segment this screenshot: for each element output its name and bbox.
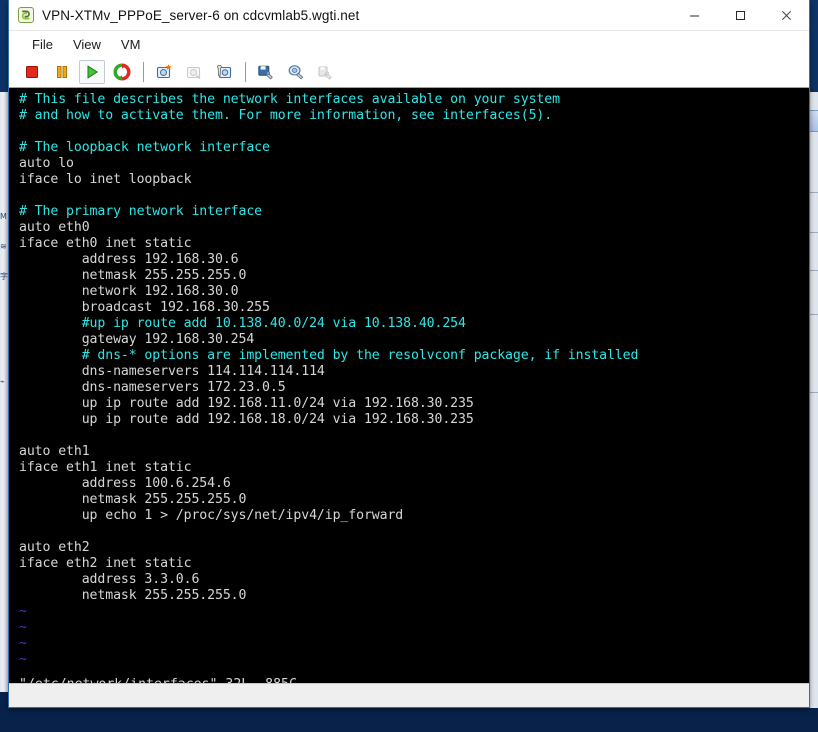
terminal-line: dns-nameservers 114.114.114.114	[19, 364, 325, 379]
snapshot-camera-star-icon	[155, 63, 173, 81]
terminal-line: iface eth0 inet static	[19, 236, 192, 251]
toolbar-separator	[143, 62, 144, 82]
terminal-line: address 192.168.30.6	[19, 252, 239, 267]
vim-status-filename: "/etc/network/interfaces" 32L, 885C	[19, 677, 297, 683]
terminal-line: # The primary network interface	[19, 204, 263, 219]
devices-button[interactable]	[313, 60, 339, 84]
terminal-line: broadcast 192.168.30.255	[19, 300, 270, 315]
terminal-line: # and how to activate them. For more inf…	[19, 108, 553, 123]
window-controls	[671, 0, 809, 31]
pause-bars-icon	[53, 63, 71, 81]
settings-wrench-icon	[257, 63, 275, 81]
terminal-text-area: # This file describes the network interf…	[11, 90, 809, 668]
terminal-line: address 100.6.254.6	[19, 476, 231, 491]
desktop-background: М ≋ 字 ⌁ VPN-XTMv_PPPoE_server-6 on cdcvm…	[0, 0, 818, 732]
title-bar: VPN-XTMv_PPPoE_server-6 on cdcvmlab5.wgt…	[9, 0, 809, 31]
revert-snapshot-icon	[185, 63, 203, 81]
terminal-line: iface eth1 inet static	[19, 460, 192, 475]
toolbar	[9, 57, 809, 88]
terminal-line: netmask 255.255.255.0	[19, 492, 247, 507]
terminal-line: auto eth1	[19, 444, 90, 459]
edit-settings-button[interactable]	[253, 60, 279, 84]
restart-circular-arrows-icon	[113, 63, 131, 81]
stop-square-icon	[23, 63, 41, 81]
maximize-button[interactable]	[717, 0, 763, 31]
take-snapshot-button[interactable]	[151, 60, 177, 84]
terminal-line: iface lo inet loopback	[19, 172, 192, 187]
power-off-button[interactable]	[19, 60, 45, 84]
console-screen-icon	[287, 63, 305, 81]
menu-item-view[interactable]: View	[64, 35, 110, 54]
terminal-line: # dns-* options are implemented by the r…	[19, 348, 639, 363]
terminal-line: gateway 192.168.30.254	[19, 332, 255, 347]
snapshot-manager-icon	[215, 63, 233, 81]
terminal-tilde-line: ~	[19, 620, 27, 635]
terminal-line: address 3.3.0.6	[19, 572, 200, 587]
terminal-line: up ip route add 192.168.11.0/24 via 192.…	[19, 396, 474, 411]
minimize-button[interactable]	[671, 0, 717, 31]
close-button[interactable]	[763, 0, 809, 31]
vm-console-terminal[interactable]: # This file describes the network interf…	[9, 88, 809, 683]
menu-item-file[interactable]: File	[23, 35, 62, 54]
terminal-line: up ip route add 192.168.18.0/24 via 192.…	[19, 412, 474, 427]
terminal-line: up echo 1 > /proc/sys/net/ipv4/ip_forwar…	[19, 508, 404, 523]
devices-wrench-icon	[317, 63, 335, 81]
power-on-button[interactable]	[79, 60, 105, 84]
terminal-line: iface eth2 inet static	[19, 556, 192, 571]
terminal-tilde-line: ~	[19, 604, 27, 619]
reset-button[interactable]	[109, 60, 135, 84]
terminal-line: dns-nameservers 172.23.0.5	[19, 380, 286, 395]
suspend-button[interactable]	[49, 60, 75, 84]
window-title: VPN-XTMv_PPPoE_server-6 on cdcvmlab5.wgt…	[42, 7, 360, 23]
terminal-line: #up ip route add 10.138.40.0/24 via 10.1…	[19, 316, 466, 331]
snapshot-manager-button[interactable]	[211, 60, 237, 84]
terminal-line: auto eth0	[19, 220, 90, 235]
terminal-line: auto lo	[19, 156, 74, 171]
terminal-line: auto eth2	[19, 540, 90, 555]
window-status-bar	[9, 683, 809, 707]
terminal-line: network 192.168.30.0	[19, 284, 239, 299]
terminal-line: # This file describes the network interf…	[19, 92, 560, 107]
menu-item-vm[interactable]: VM	[112, 35, 150, 54]
console-button[interactable]	[283, 60, 309, 84]
vmware-vm-icon	[18, 7, 34, 23]
terminal-line: netmask 255.255.255.0	[19, 588, 247, 603]
terminal-line: # The loopback network interface	[19, 140, 270, 155]
play-triangle-icon	[83, 63, 101, 81]
vmware-vm-window: VPN-XTMv_PPPoE_server-6 on cdcvmlab5.wgt…	[8, 0, 810, 708]
toolbar-separator	[245, 62, 246, 82]
menu-bar: File View VM	[9, 31, 809, 57]
terminal-line: netmask 255.255.255.0	[19, 268, 247, 283]
revert-snapshot-button[interactable]	[181, 60, 207, 84]
vim-status-line: "/etc/network/interfaces" 32L, 885C 1,1 …	[11, 661, 809, 683]
terminal-tilde-line: ~	[19, 636, 27, 651]
